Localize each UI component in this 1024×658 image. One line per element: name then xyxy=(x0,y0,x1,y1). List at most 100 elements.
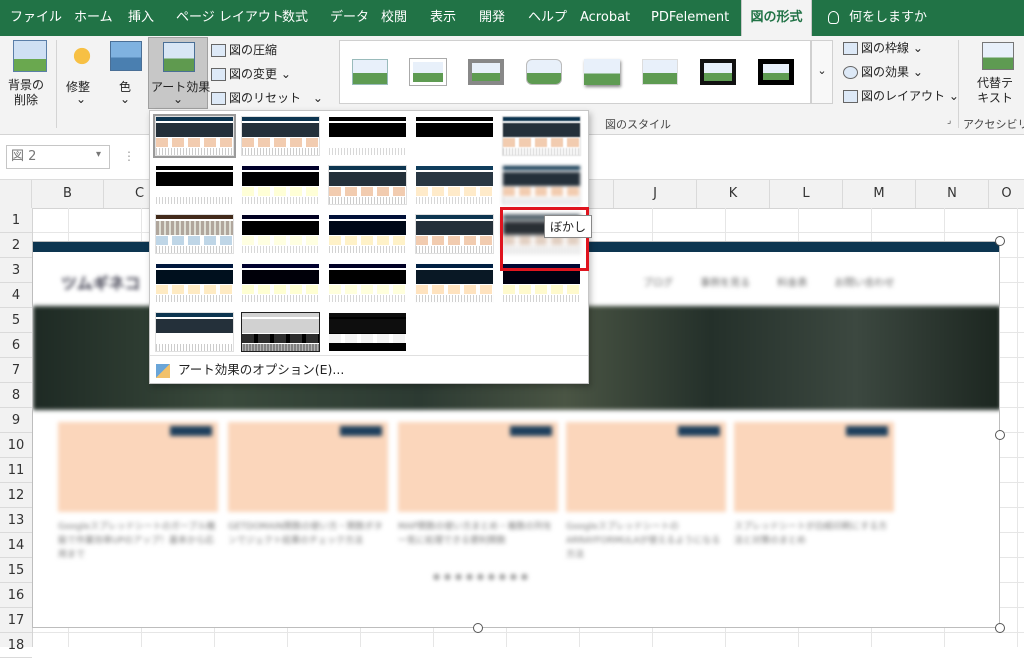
picture-style-7[interactable] xyxy=(700,59,736,85)
alt-text-icon[interactable] xyxy=(982,42,1014,70)
row-header[interactable]: 16 xyxy=(0,583,32,608)
row-header-bar: 1 2 3 4 5 6 7 8 9 10 11 12 13 14 15 16 1… xyxy=(0,208,33,658)
tab-pdfelement[interactable]: PDFelement xyxy=(651,0,729,36)
row-header[interactable]: 17 xyxy=(0,608,32,633)
art-effect-chalk-sketch[interactable] xyxy=(155,165,234,205)
column-header[interactable]: B xyxy=(32,180,104,208)
remove-background-button[interactable]: 背景の 削除 xyxy=(8,78,44,108)
picture-style-1[interactable] xyxy=(352,59,388,85)
tab-data[interactable]: データ xyxy=(330,0,369,36)
column-header[interactable]: J xyxy=(614,180,697,208)
art-effect-blur-preview[interactable] xyxy=(502,165,581,205)
row-header[interactable]: 14 xyxy=(0,533,32,558)
art-effect-none[interactable] xyxy=(153,114,236,158)
compress-icon xyxy=(211,44,226,57)
row-header[interactable]: 15 xyxy=(0,558,32,583)
row-header[interactable]: 7 xyxy=(0,358,32,383)
column-header[interactable]: L xyxy=(770,180,843,208)
resize-handle[interactable] xyxy=(995,623,1005,633)
row-header[interactable]: 8 xyxy=(0,383,32,408)
art-effect-plastic-wrap[interactable] xyxy=(415,263,494,303)
art-effect-glow-diffused[interactable] xyxy=(415,165,494,205)
row-header[interactable]: 12 xyxy=(0,483,32,508)
resize-handle[interactable] xyxy=(473,623,483,633)
row-header[interactable]: 3 xyxy=(0,258,32,283)
name-box[interactable]: 図 2 xyxy=(6,145,110,169)
art-effect-crisscross-etching[interactable] xyxy=(241,263,320,303)
art-effect-pencil-grayscale[interactable] xyxy=(328,116,407,156)
tab-picture-format[interactable]: 図の形式 xyxy=(741,0,812,36)
art-effect-paint-brush[interactable] xyxy=(328,165,407,205)
row-header[interactable]: 1 xyxy=(0,208,32,233)
art-effect-pastels-smooth[interactable] xyxy=(328,263,407,303)
picture-style-4[interactable] xyxy=(526,59,562,85)
article-card-text: MAP関数の使い方まとめ・複数の列を一気に処理できる便利関数 xyxy=(398,522,553,546)
resize-handle[interactable] xyxy=(995,430,1005,440)
art-effects-button[interactable]: アート効果 ⌄ xyxy=(148,37,210,109)
tab-view[interactable]: 表示 xyxy=(430,0,456,36)
row-header[interactable]: 18 xyxy=(0,633,32,658)
art-effect-cutout[interactable] xyxy=(155,263,234,303)
select-all-corner[interactable] xyxy=(0,180,32,208)
art-effect-light-screen[interactable] xyxy=(155,214,234,254)
picture-style-8[interactable] xyxy=(758,59,794,85)
dialog-launcher-icon[interactable]: ⌟ xyxy=(947,116,951,126)
art-effect-pencil-sketch[interactable] xyxy=(415,116,494,156)
picture-layout-button[interactable]: 図のレイアウト ⌄ xyxy=(843,86,959,106)
picture-effects-button[interactable]: 図の効果 ⌄ xyxy=(843,62,923,82)
row-header[interactable]: 5 xyxy=(0,308,32,333)
alt-text-button[interactable]: 代替テ キスト xyxy=(977,76,1013,106)
sun-icon[interactable] xyxy=(68,42,96,70)
reset-picture-button[interactable]: 図のリセット ⌄ xyxy=(211,88,323,108)
picture-border-button[interactable]: 図の枠線 ⌄ xyxy=(843,38,923,58)
row-header[interactable]: 11 xyxy=(0,458,32,483)
tab-acrobat[interactable]: Acrobat xyxy=(580,0,630,36)
art-effect-photocopy[interactable] xyxy=(328,312,407,352)
row-header[interactable]: 10 xyxy=(0,433,32,458)
change-picture-button[interactable]: 図の変更 ⌄ xyxy=(211,64,291,84)
picture-style-5[interactable] xyxy=(584,59,620,85)
article-card-image xyxy=(228,422,388,512)
tell-me-box[interactable]: 何をしますか xyxy=(828,0,927,36)
tab-developer[interactable]: 開発 xyxy=(479,0,505,36)
tab-review[interactable]: 校閲 xyxy=(381,0,407,36)
tab-page-layout[interactable]: ページ レイアウト xyxy=(176,0,284,36)
pager-dots: ●●●●●●●●● xyxy=(433,572,532,581)
art-effects-options-menu-item[interactable]: アート効果のオプション(E)... xyxy=(150,355,588,384)
tab-file[interactable]: ファイル xyxy=(10,0,62,36)
art-effect-mosaic-bubbles[interactable] xyxy=(415,214,494,254)
picture-styles-group-label: 図のスタイル xyxy=(605,118,671,131)
art-effect-film-grain[interactable] xyxy=(328,214,407,254)
color-icon[interactable] xyxy=(110,41,142,71)
art-effect-watercolor-sponge[interactable] xyxy=(241,214,320,254)
column-header[interactable]: K xyxy=(697,180,770,208)
row-header[interactable]: 9 xyxy=(0,408,32,433)
compress-pictures-button[interactable]: 図の圧縮 xyxy=(211,40,277,60)
picture-style-2[interactable] xyxy=(410,59,446,85)
art-effect-marker[interactable] xyxy=(241,116,320,156)
row-header[interactable]: 6 xyxy=(0,333,32,358)
reset-picture-icon xyxy=(211,92,226,105)
tab-insert[interactable]: 挿入 xyxy=(128,0,154,36)
remove-background-icon[interactable] xyxy=(13,40,47,72)
tab-home[interactable]: ホーム xyxy=(74,0,113,36)
picture-style-3[interactable] xyxy=(468,59,504,85)
chevron-down-icon[interactable]: ▾ xyxy=(96,149,101,160)
art-effect-line-drawing[interactable] xyxy=(502,116,581,156)
chevron-down-icon: ⌄ xyxy=(76,92,87,106)
tab-help[interactable]: ヘルプ xyxy=(528,0,567,36)
picture-style-6[interactable] xyxy=(642,59,678,85)
tab-formulas[interactable]: 数式 xyxy=(282,0,308,36)
article-card-text: GETDOMAIN関数の使い方・関数ボタンでジェクト結果のチェック方法 xyxy=(228,522,383,546)
art-effect-glass[interactable] xyxy=(155,312,234,352)
art-effect-paint-strokes[interactable] xyxy=(241,165,320,205)
row-header[interactable]: 4 xyxy=(0,283,32,308)
styles-more-button[interactable]: ⌄ xyxy=(811,40,833,104)
art-effect-glow-edges[interactable] xyxy=(241,312,320,352)
row-header[interactable]: 2 xyxy=(0,233,32,258)
row-header[interactable]: 13 xyxy=(0,508,32,533)
column-header[interactable]: O xyxy=(989,180,1024,208)
resize-handle[interactable] xyxy=(995,236,1005,246)
column-header[interactable]: N xyxy=(916,180,989,208)
column-header[interactable]: M xyxy=(843,180,916,208)
